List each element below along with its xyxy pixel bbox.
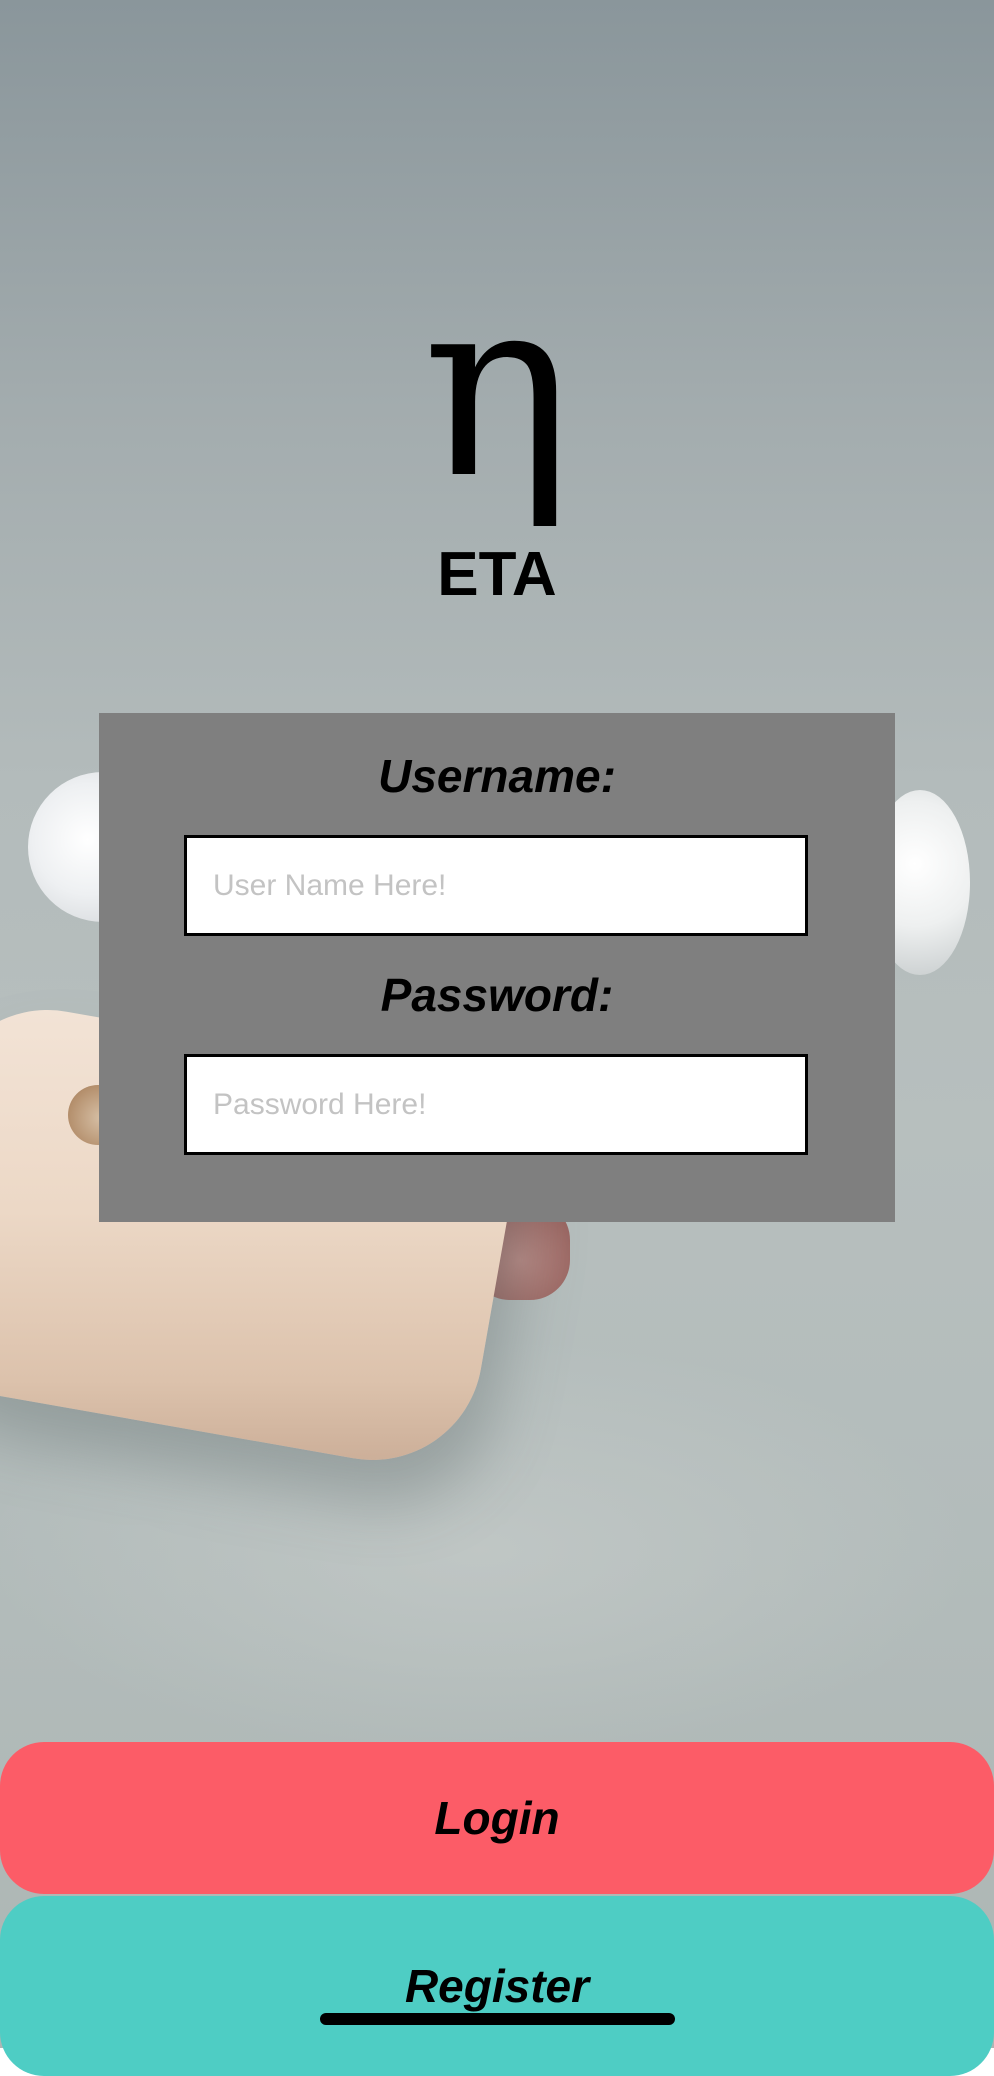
password-input[interactable]	[184, 1054, 808, 1155]
password-label: Password:	[380, 969, 614, 1021]
app-name: ETA	[437, 540, 557, 609]
home-indicator[interactable]	[320, 2013, 675, 2025]
username-label: Username:	[378, 750, 616, 802]
username-input[interactable]	[184, 835, 808, 936]
register-button[interactable]: Register	[0, 1896, 994, 2076]
eta-logo-icon: η	[422, 242, 572, 533]
login-form-panel: Username: Password:	[99, 713, 895, 1222]
login-button[interactable]: Login	[0, 1742, 994, 1894]
